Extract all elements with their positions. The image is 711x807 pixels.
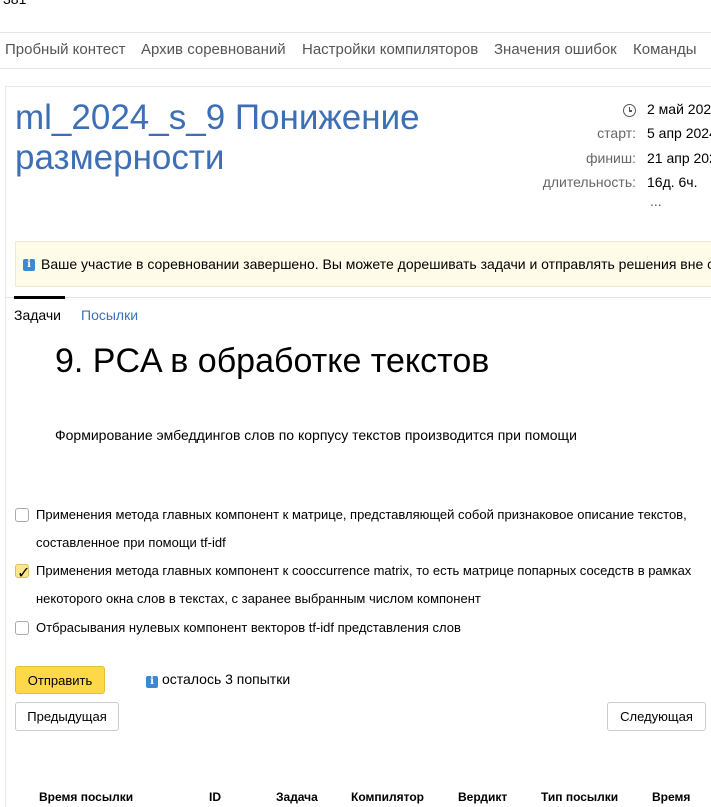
contest-more-link[interactable]: ... [650,193,662,209]
contest-title: ml_2024_s_9 Понижение размерности [15,98,420,177]
info-icon: i [146,676,158,688]
answer-option-3[interactable]: Отбрасывания нулевых компонент векторов … [15,614,705,642]
attempts-left: i осталось 3 попытки [146,671,290,688]
duration-value: 16д. 6ч. [647,174,698,190]
header-problem[interactable]: Задача [276,790,318,804]
header-submission-type[interactable]: Тип посылки [541,790,618,804]
option-3-checkbox[interactable] [15,621,29,635]
top-cut-text: 381 [3,0,26,7]
notice-text: Ваше участие в соревновании завершено. В… [41,256,711,272]
nav-error-values[interactable]: Значения ошибок [494,41,617,58]
nav-compiler-settings[interactable]: Настройки компиляторов [302,41,478,58]
option-2-text: Применения метода главных компонент к co… [36,563,692,606]
previous-button[interactable]: Предыдущая [15,702,119,731]
option-3-text: Отбрасывания нулевых компонент векторов … [36,620,461,635]
tab-submissions[interactable]: Посылки [81,307,138,323]
nav-trial-contest[interactable]: Пробный контест [5,41,125,58]
finish-label: финиш: [585,150,636,166]
option-2-checkbox[interactable] [15,559,30,587]
next-button[interactable]: Следующая [607,702,706,731]
start-value: 5 апр 2024 [647,125,711,141]
active-tab-indicator [14,296,65,299]
submissions-table-header: Время посылки ID Задача Компилятор Верди… [0,790,711,807]
attempts-text: осталось 3 попытки [162,671,291,687]
submit-button[interactable]: Отправить [15,666,105,694]
tabs-divider [5,297,711,298]
option-1-checkbox[interactable] [15,508,29,522]
top-navigation: Пробный контест Архив соревнований Настр… [0,32,711,69]
answer-option-1[interactable]: Применения метода главных компонент к ма… [15,501,705,557]
clock-icon [623,104,636,117]
header-id[interactable]: ID [209,790,221,804]
finish-value: 21 апр 2024 [647,150,711,166]
problem-title: 9. PCA в обработке текстов [55,342,490,380]
tab-problems[interactable]: Задачи [14,307,61,323]
contest-now-date: 2 май 2024 [647,101,711,117]
nav-teams[interactable]: Команды [633,41,697,58]
contest-panel [5,86,711,807]
option-1-text: Применения метода главных компонент к ма… [36,507,687,550]
info-icon: i [23,259,35,271]
answer-option-2[interactable]: Применения метода главных компонент к co… [15,557,705,613]
nav-contest-archive[interactable]: Архив соревнований [141,41,286,58]
start-label: старт: [597,125,636,141]
header-compiler[interactable]: Компилятор [351,790,424,804]
header-verdict[interactable]: Вердикт [458,790,507,804]
header-submit-time[interactable]: Время посылки [39,790,133,804]
problem-question: Формирование эмбеддингов слов по корпусу… [55,427,577,443]
duration-label: длительность: [542,174,636,190]
participation-notice: i Ваше участие в соревновании завершено.… [15,241,711,287]
header-time[interactable]: Время [652,790,690,804]
